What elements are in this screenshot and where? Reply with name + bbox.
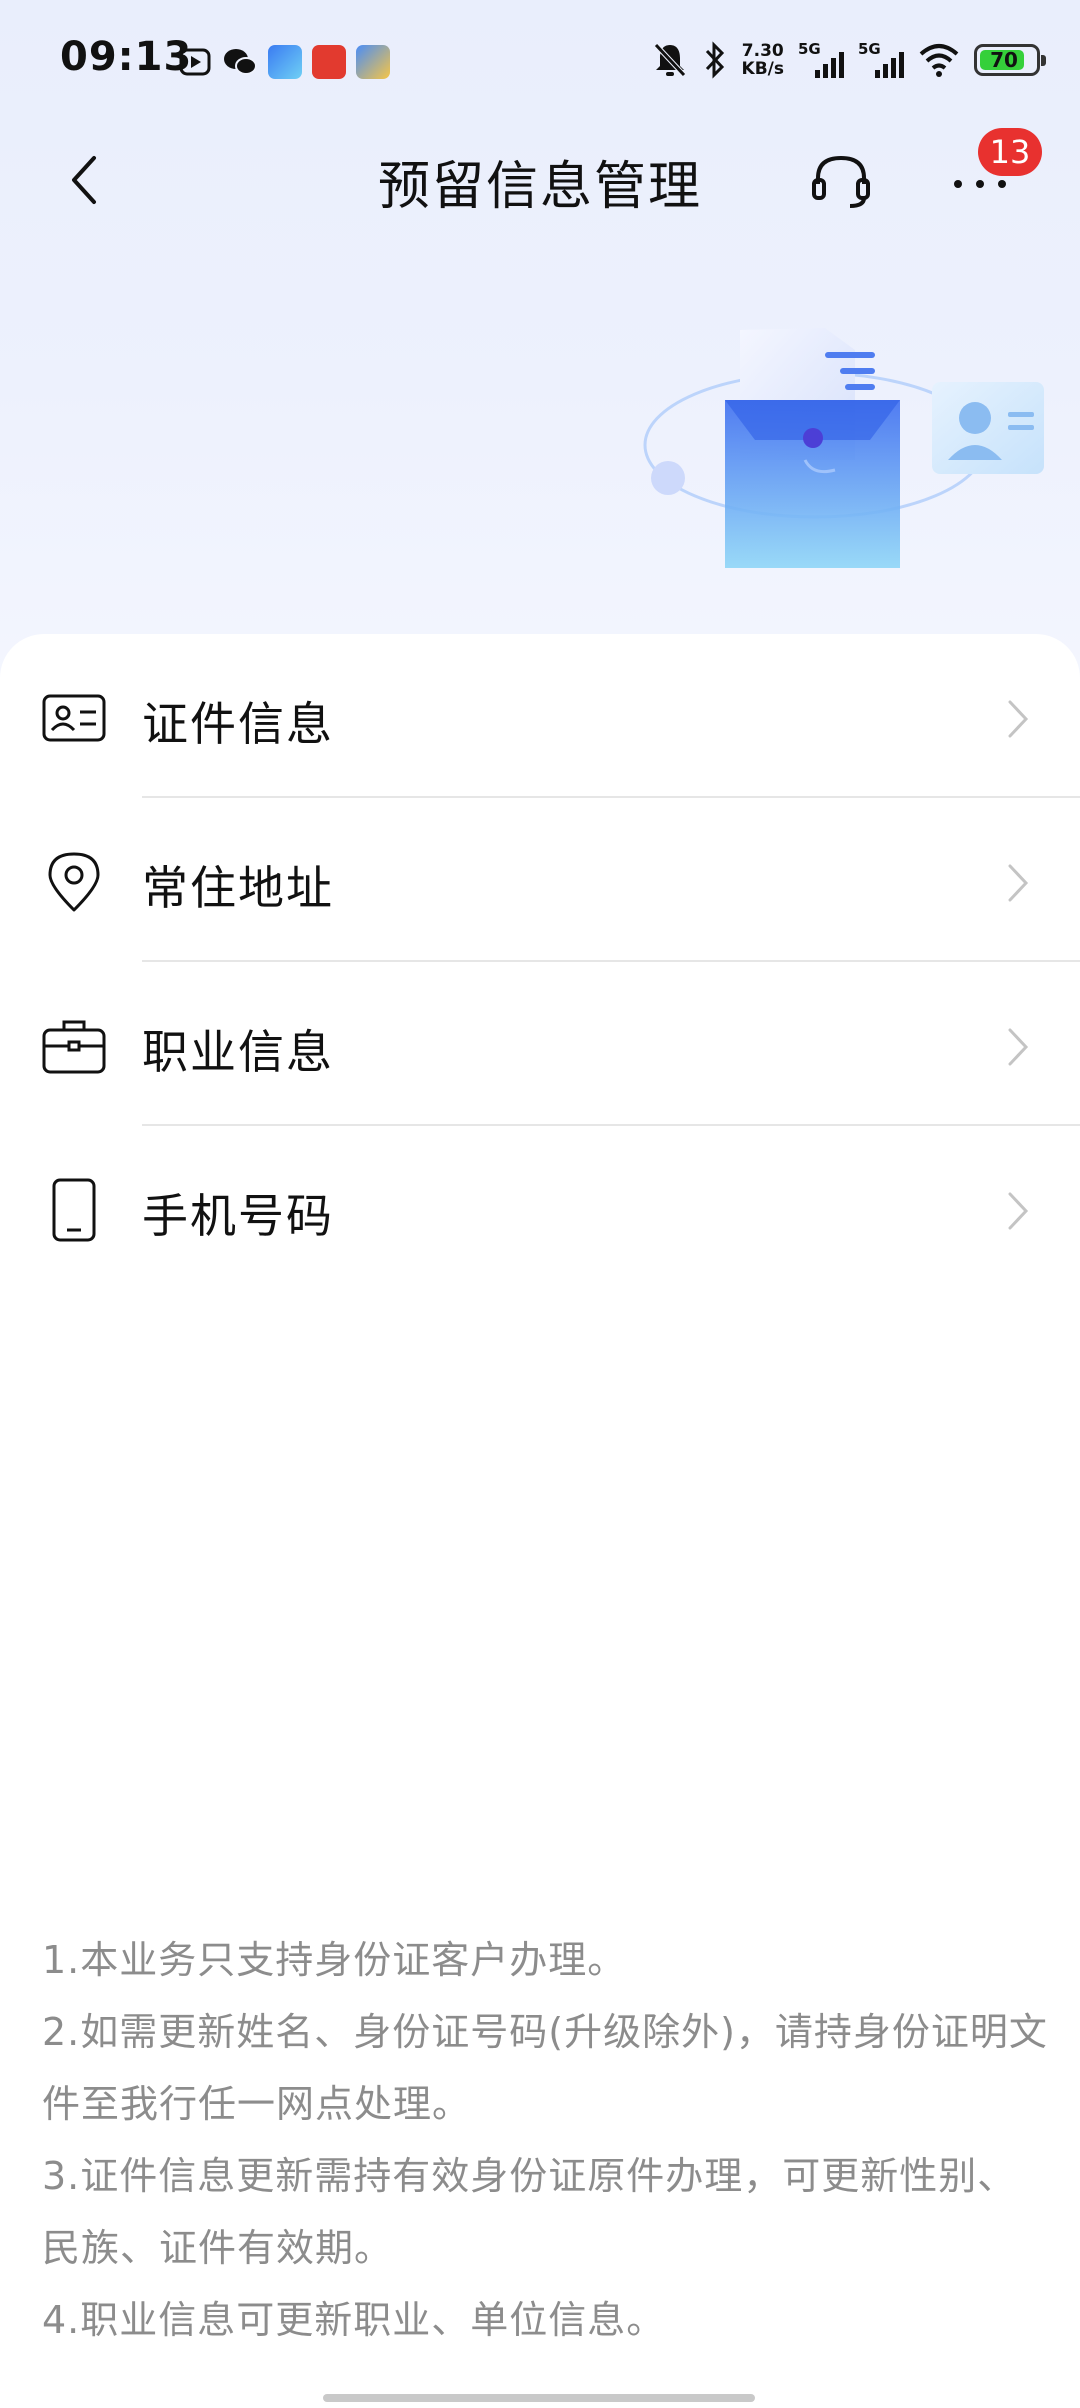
signal-sim2: 5G xyxy=(858,40,904,78)
briefcase-icon xyxy=(42,1020,106,1074)
list-item-id-info[interactable]: 证件信息 xyxy=(0,634,1080,798)
wechat-icon xyxy=(224,49,257,75)
info-folder-illustration xyxy=(643,328,1044,568)
net-speed-unit: KB/s xyxy=(741,59,784,79)
app-icon xyxy=(312,45,346,79)
list-item-label: 手机号码 xyxy=(142,1189,334,1243)
net-speed-value: 7.30 xyxy=(741,41,784,61)
notification-icons xyxy=(178,42,390,82)
note-item: 2.如需更新姓名、身份证号码(升级除外)，请持身份证明文件至我行任一网点处理。 xyxy=(42,2010,1048,2126)
signal-sim1: 5G xyxy=(798,40,844,78)
chevron-right-icon xyxy=(1008,1192,1029,1230)
status-time: 09:13 xyxy=(60,34,193,80)
wifi-icon xyxy=(919,44,959,77)
app-icon xyxy=(268,45,302,79)
mobile-phone-icon xyxy=(52,1178,96,1242)
list-item-occupation[interactable]: 职业信息 xyxy=(0,962,1080,1126)
note-item: 3.证件信息更新需持有效身份证原件办理，可更新性别、民族、证件有效期。 xyxy=(42,2154,1017,2270)
service-notes: 1.本业务只支持身份证客户办理。 2.如需更新姓名、身份证号码(升级除外)，请持… xyxy=(42,1924,1052,2356)
list-item-address[interactable]: 常住地址 xyxy=(0,798,1080,962)
chevron-right-icon xyxy=(1008,1028,1029,1066)
location-pin-icon xyxy=(48,852,100,912)
list-item-label: 常住地址 xyxy=(142,861,334,915)
chevron-right-icon xyxy=(1008,700,1029,738)
network-speed: 7.30 KB/s xyxy=(742,42,784,78)
home-indicator[interactable] xyxy=(323,2394,755,2402)
list-item-label: 证件信息 xyxy=(142,697,334,751)
page-title: 预留信息管理 xyxy=(377,157,702,217)
list-item-label: 职业信息 xyxy=(142,1025,334,1079)
battery-icon: 70 xyxy=(974,44,1046,76)
app-icon xyxy=(356,45,390,79)
list-item-mobile-number[interactable]: 手机号码 xyxy=(0,1126,1080,1290)
chevron-right-icon xyxy=(1008,864,1029,902)
id-card-icon xyxy=(42,694,106,742)
more-icon xyxy=(954,180,1006,188)
customer-service-headset-icon[interactable] xyxy=(810,150,872,212)
battery-level: 70 xyxy=(990,48,1018,72)
note-item: 4.职业信息可更新职业、单位信息。 xyxy=(42,2298,666,2342)
bluetooth-icon xyxy=(705,41,724,79)
status-bar: 09:13 7.30 KB/s 5G 5G 70 xyxy=(0,0,1080,124)
system-indicators: 7.30 KB/s 5G 5G 70 xyxy=(652,38,1046,82)
note-item: 1.本业务只支持身份证客户办理。 xyxy=(42,1938,627,1982)
notification-badge: 13 xyxy=(978,128,1042,176)
mute-bell-icon xyxy=(653,43,686,77)
play-icon xyxy=(179,48,211,76)
